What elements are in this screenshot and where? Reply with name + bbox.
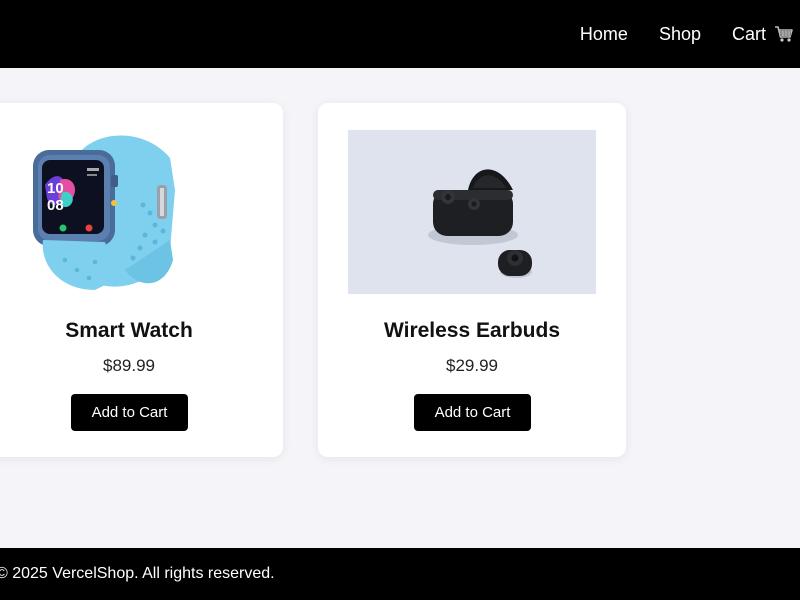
product-price: $29.99 bbox=[446, 356, 498, 375]
product-card-smart-watch: 10 08 Smart Watch $89.99 Add to Cart bbox=[0, 103, 283, 457]
add-to-cart-button[interactable]: Add to Cart bbox=[71, 394, 188, 431]
product-name: Wireless Earbuds bbox=[383, 319, 561, 342]
nav-shop-link[interactable]: Shop bbox=[659, 24, 701, 45]
nav-cart-link[interactable]: Cart bbox=[732, 24, 794, 45]
wireless-earbuds-image bbox=[348, 130, 596, 294]
product-card-wireless-earbuds: Wireless Earbuds $29.99 Add to Cart bbox=[318, 103, 626, 457]
nav-home-label: Home bbox=[579, 23, 628, 44]
product-price: $89.99 bbox=[103, 356, 155, 375]
svg-text:08: 08 bbox=[47, 197, 64, 214]
cart-icon bbox=[774, 25, 794, 43]
nav-cart-label: Cart bbox=[731, 23, 766, 44]
smart-watch-image: 10 08 bbox=[5, 130, 253, 294]
copyright-text: © 2025 VercelShop. All rights reserved. bbox=[0, 565, 275, 582]
nav-home-link[interactable]: Home bbox=[580, 24, 628, 45]
site-header: Home Shop Cart bbox=[0, 0, 800, 68]
nav-shop-label: Shop bbox=[658, 23, 701, 44]
main-nav: Home Shop Cart bbox=[549, 0, 794, 68]
add-to-cart-button[interactable]: Add to Cart bbox=[414, 394, 531, 431]
site-footer: © 2025 VercelShop. All rights reserved. bbox=[0, 548, 800, 600]
svg-text:10: 10 bbox=[47, 180, 64, 197]
product-name: Smart Watch bbox=[65, 319, 193, 342]
product-grid: 10 08 Smart Watch $89.99 Add to Cart Wir… bbox=[0, 68, 800, 548]
